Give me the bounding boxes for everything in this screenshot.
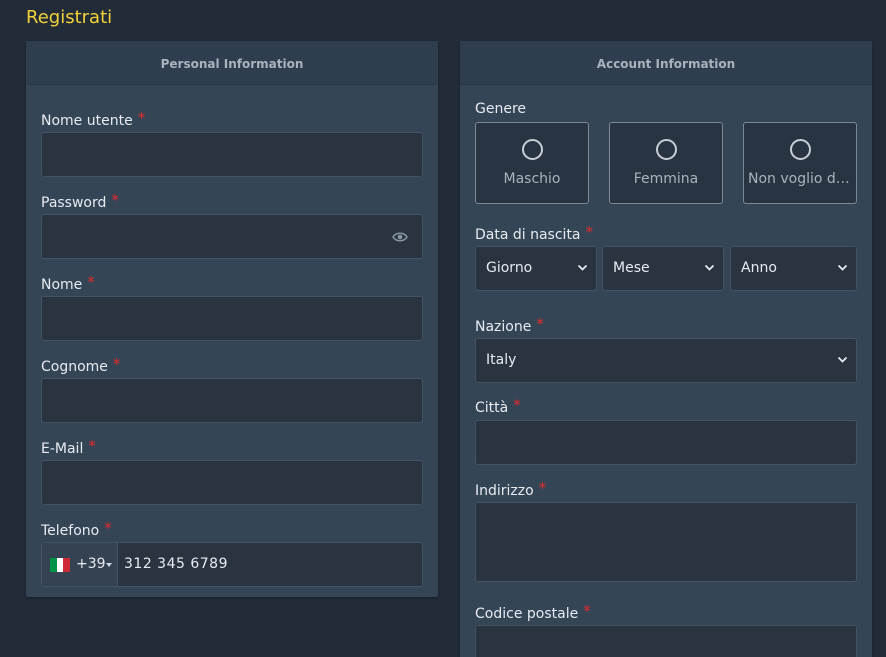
postal-code-label: Codice postale *	[475, 602, 591, 622]
chevron-down-icon	[577, 264, 588, 271]
required-mark: *	[583, 602, 591, 620]
personal-information-header: Personal Information	[26, 41, 438, 85]
username-label: Nome utente *	[41, 109, 146, 129]
birthdate-label-text: Data di nascita	[475, 227, 581, 243]
phone-label: Telefono *	[41, 519, 112, 539]
address-label: Indirizzo *	[475, 479, 547, 499]
surname-label: Cognome *	[41, 355, 121, 375]
radio-circle-icon	[656, 139, 677, 160]
password-label: Password *	[41, 191, 119, 211]
gender-option-male[interactable]: Maschio	[475, 122, 589, 204]
address-label-text: Indirizzo	[475, 483, 534, 499]
italy-flag-icon	[50, 558, 71, 572]
country-value: Italy	[486, 352, 517, 368]
birth-month-select[interactable]: Mese	[602, 246, 724, 291]
chevron-down-icon	[837, 264, 848, 271]
required-mark: *	[137, 109, 146, 127]
required-mark: *	[112, 355, 121, 373]
country-label-text: Nazione	[475, 319, 532, 335]
required-mark: *	[88, 437, 96, 455]
required-mark: *	[536, 315, 544, 333]
radio-circle-icon	[522, 139, 543, 160]
page-title: Registrati	[26, 7, 113, 28]
birth-day-select[interactable]: Giorno	[475, 246, 597, 291]
country-code: +39	[76, 556, 106, 572]
name-label: Nome *	[41, 273, 95, 293]
city-label-text: Città	[475, 400, 509, 416]
city-label: Città *	[475, 396, 521, 416]
password-input[interactable]	[41, 214, 423, 259]
surname-input[interactable]	[41, 378, 423, 423]
required-mark: *	[104, 519, 112, 537]
account-information-header: Account Information	[460, 41, 872, 85]
country-code-selector[interactable]: +39	[42, 543, 118, 586]
gender-option-label: Maschio	[503, 171, 561, 187]
birth-year-select[interactable]: Anno	[730, 246, 857, 291]
required-mark: *	[585, 223, 594, 241]
username-label-text: Nome utente	[41, 113, 133, 129]
account-information-card: Account Information Genere Maschio Femmi…	[460, 41, 872, 657]
eye-icon[interactable]	[392, 231, 408, 243]
birth-day-value: Giorno	[486, 260, 533, 276]
email-label: E-Mail *	[41, 437, 96, 457]
radio-circle-icon	[790, 139, 811, 160]
password-label-text: Password	[41, 195, 107, 211]
surname-label-text: Cognome	[41, 359, 108, 375]
gender-label: Genere	[475, 101, 527, 117]
gender-option-female[interactable]: Femmina	[609, 122, 723, 204]
personal-information-card: Personal Information Nome utente * Passwo…	[26, 41, 438, 597]
username-input[interactable]	[41, 132, 423, 177]
email-input[interactable]	[41, 460, 423, 505]
required-mark: *	[538, 479, 547, 497]
birth-year-value: Anno	[741, 260, 777, 276]
phone-label-text: Telefono	[41, 523, 100, 539]
birthdate-label: Data di nascita *	[475, 223, 594, 243]
required-mark: *	[111, 191, 119, 209]
postal-code-label-text: Codice postale	[475, 606, 579, 622]
gender-option-undisclosed[interactable]: Non voglio dic...	[743, 122, 857, 204]
chevron-down-icon	[704, 264, 715, 271]
city-input[interactable]	[475, 420, 857, 465]
required-mark: *	[87, 273, 95, 291]
gender-option-label: Non voglio dic...	[748, 171, 856, 187]
required-mark: *	[513, 396, 521, 414]
phone-input[interactable]: +39 312 345 6789	[41, 542, 423, 587]
postal-code-input[interactable]	[475, 625, 857, 657]
name-input[interactable]	[41, 296, 423, 341]
country-label: Nazione *	[475, 315, 544, 335]
gender-option-label: Femmina	[633, 171, 699, 187]
phone-value[interactable]: 312 345 6789	[124, 556, 228, 572]
name-label-text: Nome	[41, 277, 83, 293]
chevron-down-icon	[837, 356, 848, 363]
address-textarea[interactable]	[475, 502, 857, 582]
email-label-text: E-Mail	[41, 441, 84, 457]
birth-month-value: Mese	[613, 260, 650, 276]
caret-down-icon	[106, 563, 112, 567]
country-select[interactable]: Italy	[475, 338, 857, 383]
